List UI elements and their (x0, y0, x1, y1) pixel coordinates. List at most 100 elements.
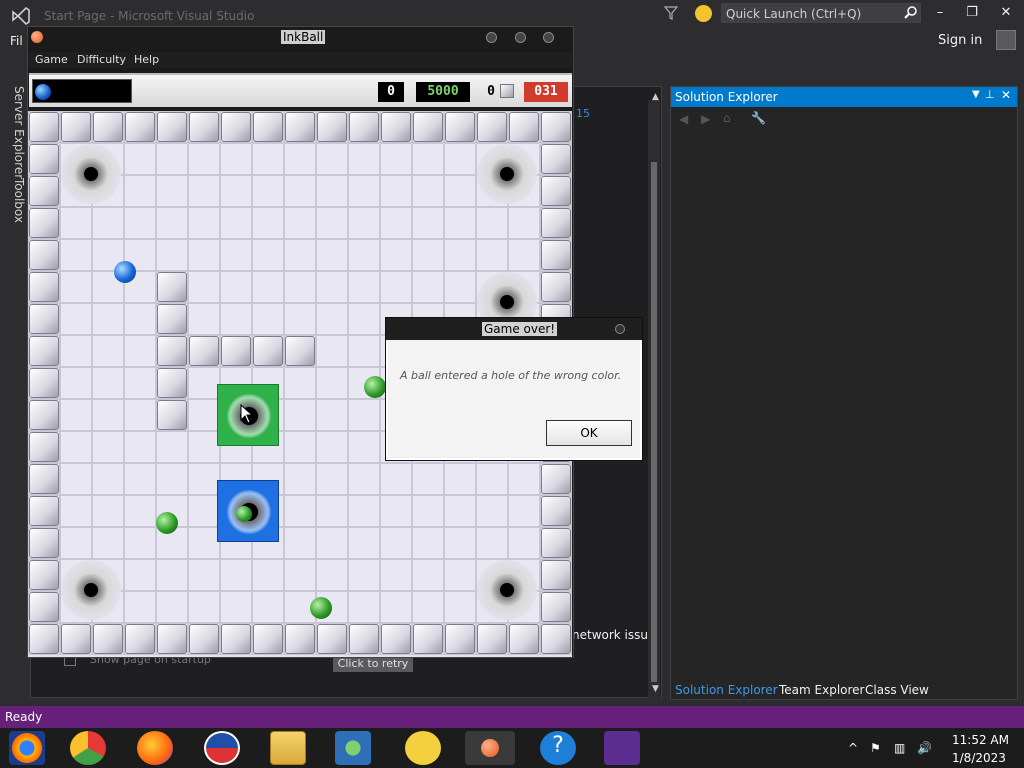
board-cell (316, 431, 348, 463)
toolbox-tab[interactable]: Toolbox (4, 178, 26, 223)
tab-team-explorer[interactable]: Team Explorer (779, 683, 865, 697)
chrome-icon[interactable] (70, 731, 106, 765)
panel-close-icon[interactable]: ✕ (1001, 88, 1011, 102)
wall-block (445, 624, 475, 654)
pin-icon[interactable]: ⊥ (985, 88, 995, 101)
close-button[interactable]: ✕ (996, 5, 1016, 23)
wall-block (29, 432, 59, 462)
board-cell (412, 239, 444, 271)
clock-time[interactable]: 11:52 AM (952, 733, 1009, 747)
sign-in-link[interactable]: Sign in (938, 33, 982, 48)
board-cell (220, 207, 252, 239)
board-cell (188, 463, 220, 495)
grey-hole (477, 560, 537, 620)
board-cell (188, 303, 220, 335)
volume-icon[interactable]: 🔊 (917, 741, 932, 755)
board-cell (124, 335, 156, 367)
quick-launch-input[interactable]: Quick Launch (Ctrl+Q) (721, 3, 921, 23)
help-icon[interactable]: ? (540, 731, 576, 765)
board-cell (348, 207, 380, 239)
vs-window-title: Start Page - Microsoft Visual Studio (44, 9, 255, 23)
board-cell (380, 527, 412, 559)
tab-class-view[interactable]: Class View (865, 683, 929, 697)
scroll-down-arrow-icon[interactable]: ▼ (652, 684, 659, 694)
filter-icon[interactable] (664, 5, 678, 21)
board-cell (284, 143, 316, 175)
scrollbar-thumb[interactable] (651, 162, 657, 682)
wall-block (253, 624, 283, 654)
board-cell (284, 367, 316, 399)
dialog-close-button[interactable] (615, 324, 625, 334)
forward-icon[interactable]: ▶ (701, 112, 710, 126)
board-cell (188, 591, 220, 623)
avatar[interactable] (996, 30, 1016, 50)
board-cell (508, 495, 540, 527)
inkball-close-button[interactable] (543, 32, 554, 43)
tray-chevron-icon[interactable]: ^ (848, 741, 858, 755)
grey-hole (61, 144, 121, 204)
vlc-icon[interactable] (9, 731, 45, 765)
wall-block (541, 144, 571, 174)
inkball-maximize-button[interactable] (515, 32, 526, 43)
wrench-icon[interactable]: 🔧 (751, 111, 766, 125)
wall-block (349, 112, 379, 142)
wall-block (221, 336, 251, 366)
visual-studio-icon[interactable] (604, 731, 640, 765)
board-cell (284, 559, 316, 591)
obama-logo-icon[interactable] (204, 731, 240, 765)
wall-block (157, 272, 187, 302)
search-icon[interactable] (904, 5, 918, 19)
tab-solution-explorer[interactable]: Solution Explorer (675, 683, 778, 697)
board-cell (348, 271, 380, 303)
inkball-icon[interactable] (465, 731, 515, 765)
emoji-icon[interactable] (405, 731, 441, 765)
board-cell (412, 495, 444, 527)
network-tray-icon[interactable]: ▥ (894, 741, 905, 755)
ok-button[interactable]: OK (546, 420, 632, 446)
wall-block (413, 112, 443, 142)
board-cell (188, 143, 220, 175)
board-cell (444, 143, 476, 175)
wall-block (541, 624, 571, 654)
vs-file-menu[interactable]: Fil (10, 34, 23, 48)
board-cell (156, 175, 188, 207)
file-explorer-icon[interactable] (270, 731, 306, 765)
inkball-app-icon (31, 31, 45, 45)
wall-block (541, 208, 571, 238)
back-icon[interactable]: ◀ (679, 112, 688, 126)
board-cell (92, 463, 124, 495)
scroll-up-arrow-icon[interactable]: ▲ (652, 92, 659, 102)
feedback-smiley-icon[interactable] (695, 5, 712, 22)
menu-game[interactable]: Game (35, 53, 68, 66)
server-explorer-tab[interactable]: Server Explorer (4, 86, 26, 179)
clock-date[interactable]: 1/8/2023 (952, 751, 1006, 765)
home-icon[interactable]: ⌂ (723, 111, 731, 125)
retry-button[interactable]: Click to retry (333, 656, 413, 672)
menu-help[interactable]: Help (134, 53, 159, 66)
network-icon[interactable] (335, 731, 371, 765)
menu-difficulty[interactable]: Difficulty (77, 53, 126, 66)
wall-block (381, 112, 411, 142)
status-text: Ready (5, 710, 43, 724)
board-cell (188, 495, 220, 527)
board-cell (476, 207, 508, 239)
solution-explorer-panel (670, 86, 1018, 700)
board-cell (220, 303, 252, 335)
status-bar (0, 706, 1024, 728)
board-cell (316, 335, 348, 367)
minimize-button[interactable]: – (930, 5, 950, 23)
wall-block (221, 624, 251, 654)
board-cell (124, 143, 156, 175)
wall-piece-icon (500, 84, 514, 98)
board-cell (220, 271, 252, 303)
firefox-icon[interactable] (137, 731, 173, 765)
wall-block (189, 112, 219, 142)
wall-block (381, 624, 411, 654)
board-cell (284, 399, 316, 431)
panel-dropdown-icon[interactable]: ▼ (972, 89, 980, 100)
maximize-button[interactable]: ❐ (962, 5, 982, 23)
flag-icon[interactable]: ⚑ (870, 741, 881, 755)
board-cell (380, 239, 412, 271)
inkball-minimize-button[interactable] (486, 32, 497, 43)
board-cell (316, 143, 348, 175)
